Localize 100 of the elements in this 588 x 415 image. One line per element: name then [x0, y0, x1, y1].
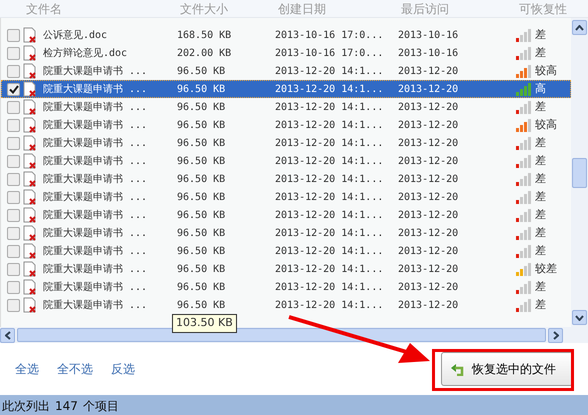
- file-name: 院重大课题申请书 ...: [43, 172, 148, 186]
- access-date: 2013-12-20: [398, 244, 460, 258]
- file-size: 96.50 KB: [177, 190, 226, 204]
- checkbox[interactable]: [7, 280, 20, 294]
- access-date: 2013-12-20: [398, 298, 460, 312]
- file-name: 院重大课题申请书 ...: [43, 298, 148, 312]
- file-row[interactable]: 院重大课题申请书 ... 96.50 KB 2013-12-20 14:1... 2013-12-20 高: [1, 80, 571, 98]
- checkbox[interactable]: [7, 100, 20, 114]
- deleted-file-icon: [23, 81, 37, 97]
- file-name: 院重大课题申请书 ...: [43, 226, 148, 240]
- access-date: 2013-12-20: [398, 136, 460, 150]
- file-row[interactable]: 院重大课题申请书 ... 96.50 KB 2013-12-20 14:1... 2013-12-20 差: [1, 278, 571, 296]
- checkbox[interactable]: [7, 244, 20, 258]
- file-name: 院重大课题申请书 ...: [43, 154, 148, 168]
- checkbox[interactable]: [7, 298, 20, 312]
- checkbox[interactable]: [7, 118, 20, 132]
- deleted-file-icon: [23, 225, 37, 241]
- select-link[interactable]: 反选: [111, 360, 135, 378]
- access-date: 2013-12-20: [398, 190, 460, 204]
- checkbox[interactable]: [7, 28, 20, 42]
- recoverability-text: 高: [535, 80, 546, 97]
- scroll-down-button[interactable]: [572, 310, 587, 325]
- created-date: 2013-12-20 14:1...: [275, 226, 384, 240]
- select-link[interactable]: 全不选: [57, 360, 93, 378]
- file-row[interactable]: 检方辩论意见.doc 202.00 KB 2013-10-16 17:0... 2013-10-16 差: [1, 44, 571, 62]
- created-date: 2013-12-20 14:1...: [275, 82, 384, 96]
- access-date: 2013-12-20: [398, 172, 460, 186]
- select-link[interactable]: 全选: [15, 360, 39, 378]
- checkbox[interactable]: [7, 172, 20, 186]
- file-row[interactable]: 院重大课题申请书 ... 96.50 KB 2013-12-20 14:1... 2013-12-20 差: [1, 224, 571, 242]
- created-date: 2013-12-20 14:1...: [275, 100, 384, 114]
- created-date: 2013-12-20 14:1...: [275, 190, 384, 204]
- checkbox[interactable]: [7, 262, 20, 276]
- deleted-file-icon: [23, 207, 37, 223]
- checkbox[interactable]: [7, 64, 20, 78]
- checkbox[interactable]: [7, 208, 20, 222]
- created-date: 2013-12-20 14:1...: [275, 208, 384, 222]
- file-row[interactable]: 公诉意见.doc 168.50 KB 2013-10-16 17:0... 2013-10-16 差: [1, 26, 571, 44]
- deleted-file-icon: [23, 243, 37, 259]
- file-size: 96.50 KB: [177, 208, 226, 222]
- created-date: 2013-12-20 14:1...: [275, 298, 384, 312]
- file-row[interactable]: 院重大课题申请书 ... 96.50 KB 2013-12-20 14:1... 2013-12-20 差: [1, 296, 571, 314]
- recoverability-text: 较差: [535, 260, 557, 277]
- deleted-file-icon: [23, 189, 37, 205]
- recoverability-text: 差: [535, 170, 546, 187]
- created-date: 2013-10-16 17:0...: [275, 28, 384, 42]
- file-row[interactable]: 院重大课题申请书 ... 96.50 KB 2013-12-20 14:1... 2013-12-20 差: [1, 206, 571, 224]
- checkbox[interactable]: [7, 226, 20, 240]
- file-row[interactable]: 院重大课题申请书 ... 96.50 KB 2013-12-20 14:1... 2013-12-20 差: [1, 152, 571, 170]
- scroll-left-button[interactable]: [0, 328, 15, 342]
- file-name: 院重大课题申请书 ...: [43, 244, 148, 258]
- deleted-file-icon: [23, 171, 37, 187]
- scrollbar-thumb[interactable]: [17, 328, 546, 342]
- file-name: 院重大课题申请书 ...: [43, 280, 148, 294]
- deleted-file-icon: [23, 279, 37, 295]
- file-name: 院重大课题申请书 ...: [43, 208, 148, 222]
- status-text: 个项目: [82, 398, 119, 414]
- recoverability-text: 差: [535, 152, 546, 169]
- file-row[interactable]: 院重大课题申请书 ... 96.50 KB 2013-12-20 14:1... 2013-12-20 差: [1, 134, 571, 152]
- file-size: 96.50 KB: [177, 262, 226, 276]
- file-size: 202.00 KB: [177, 46, 232, 60]
- recover-button[interactable]: 恢复选中的文件: [441, 352, 573, 386]
- scrollbar-thumb[interactable]: [572, 158, 587, 188]
- file-size: 96.50 KB: [177, 136, 226, 150]
- recoverability-text: 较高: [535, 62, 557, 79]
- file-size: 96.50 KB: [177, 244, 226, 258]
- recoverability-text: 较高: [535, 116, 557, 133]
- file-row[interactable]: 院重大课题申请书 ... 96.50 KB 2013-12-20 14:1... 2013-12-20 差: [1, 170, 571, 188]
- file-row[interactable]: 院重大课题申请书 ... 96.50 KB 2013-12-20 14:1... 2013-12-20 较差: [1, 260, 571, 278]
- scroll-up-button[interactable]: [572, 20, 587, 35]
- access-date: 2013-12-20: [398, 226, 460, 240]
- checkbox[interactable]: [7, 154, 20, 168]
- file-row[interactable]: 院重大课题申请书 ... 96.50 KB 2013-12-20 14:1... 2013-12-20 较高: [1, 62, 571, 80]
- access-date: 2013-12-20: [398, 208, 460, 222]
- created-date: 2013-12-20 14:1...: [275, 64, 384, 78]
- chevron-down-icon: [575, 314, 584, 320]
- checkbox[interactable]: [7, 46, 20, 60]
- file-size: 96.50 KB: [177, 154, 226, 168]
- file-row[interactable]: 院重大课题申请书 ... 96.50 KB 2013-12-20 14:1... 2013-12-20 差: [1, 98, 571, 116]
- created-date: 2013-10-16 17:0...: [275, 46, 384, 60]
- checkbox[interactable]: [7, 190, 20, 204]
- file-size: 96.50 KB: [177, 298, 226, 312]
- file-row[interactable]: 院重大课题申请书 ... 96.50 KB 2013-12-20 14:1... 2013-12-20 差: [1, 188, 571, 206]
- scroll-right-button[interactable]: [548, 328, 563, 342]
- file-name: 院重大课题申请书 ...: [43, 100, 148, 114]
- created-date: 2013-12-20 14:1...: [275, 118, 384, 132]
- checkbox[interactable]: [7, 82, 20, 96]
- file-name: 院重大课题申请书 ...: [43, 64, 148, 78]
- recoverability-text: 差: [535, 188, 546, 205]
- deleted-file-icon: [23, 63, 37, 79]
- created-date: 2013-12-20 14:1...: [275, 244, 384, 258]
- access-date: 2013-10-16: [398, 46, 460, 60]
- file-row[interactable]: 院重大课题申请书 ... 96.50 KB 2013-12-20 14:1... 2013-12-20 差: [1, 242, 571, 260]
- file-size: 168.50 KB: [177, 28, 232, 42]
- checkbox[interactable]: [7, 136, 20, 150]
- file-size: 96.50 KB: [177, 64, 226, 78]
- created-date: 2013-12-20 14:1...: [275, 262, 384, 276]
- file-row[interactable]: 院重大课题申请书 ... 96.50 KB 2013-12-20 14:1... 2013-12-20 较高: [1, 116, 571, 134]
- deleted-file-icon: [23, 45, 37, 61]
- restore-arrow-icon: [450, 362, 466, 376]
